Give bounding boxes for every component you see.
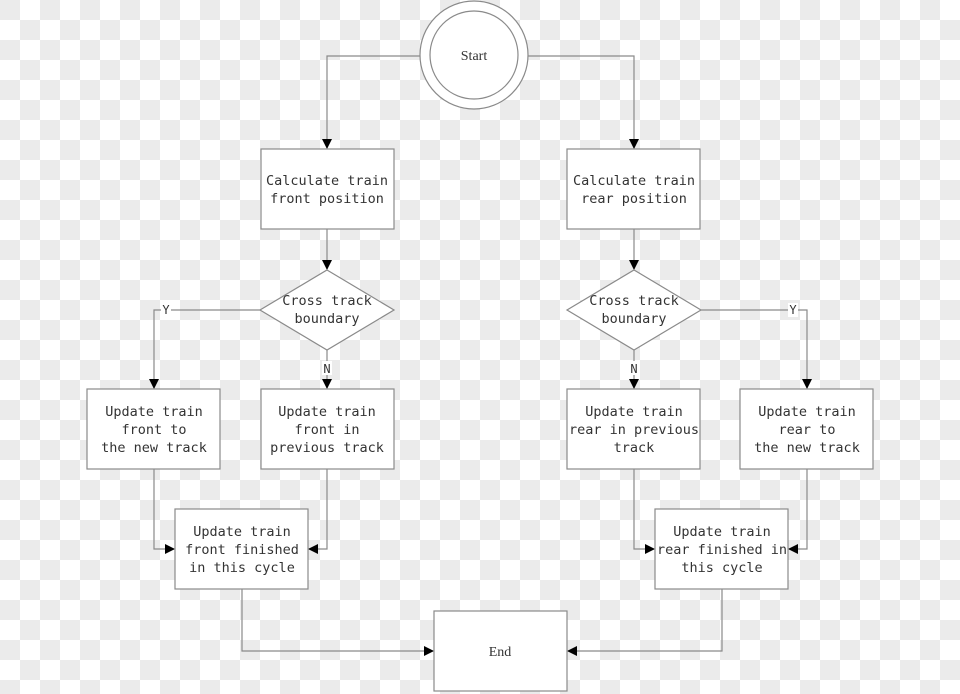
- svg-text:rear finished in: rear finished in: [657, 542, 787, 558]
- edge-front-prev-to-done: [308, 469, 328, 554]
- calculate-rear-node[interactable]: Calculate train rear position: [566, 148, 701, 230]
- cross-boundary-rear-decision[interactable]: Cross track boundary: [565, 269, 703, 351]
- edge-rear-prev-to-done: [633, 469, 655, 554]
- edge-cross-rear-yes: [701, 309, 812, 389]
- update-rear-previous-track-node[interactable]: Update train rear in previous track: [566, 388, 701, 470]
- svg-text:this cycle: this cycle: [681, 560, 762, 576]
- edge-front-new-to-done: [153, 469, 175, 554]
- svg-text:rear to: rear to: [779, 422, 836, 438]
- svg-text:in this cycle: in this cycle: [189, 560, 295, 576]
- svg-text:Calculate train: Calculate train: [573, 173, 695, 189]
- edge-rear-new-to-done: [788, 469, 808, 554]
- flowchart: Y N N Y Start Calculate train front posi…: [86, 0, 874, 692]
- svg-text:Update train: Update train: [105, 404, 203, 420]
- edge-label-front-no: N: [322, 361, 332, 376]
- edge-start-to-calc-front: [322, 55, 420, 149]
- svg-text:the new track: the new track: [754, 440, 860, 456]
- svg-text:Calculate train: Calculate train: [266, 173, 388, 189]
- svg-text:Update train: Update train: [758, 404, 856, 420]
- edge-front-done-to-end: [241, 589, 434, 656]
- front-finished-node[interactable]: Update train front finished in this cycl…: [174, 508, 309, 590]
- edge-label-front-yes: Y: [161, 303, 171, 317]
- end-node[interactable]: End: [433, 610, 568, 692]
- start-node[interactable]: Start: [419, 0, 529, 110]
- svg-text:Y: Y: [162, 303, 170, 317]
- svg-text:Update train: Update train: [193, 524, 291, 540]
- svg-text:boundary: boundary: [294, 311, 359, 327]
- edge-rear-done-to-end: [567, 589, 723, 656]
- svg-text:front finished: front finished: [185, 542, 299, 558]
- calculate-front-node[interactable]: Calculate train front position: [260, 148, 395, 230]
- svg-text:rear in previous: rear in previous: [569, 422, 699, 438]
- update-front-new-track-node[interactable]: Update train front to the new track: [86, 388, 221, 470]
- svg-text:Update train: Update train: [278, 404, 376, 420]
- svg-text:Y: Y: [789, 303, 797, 317]
- edge-start-to-calc-rear: [528, 55, 639, 149]
- edge-label-rear-no: N: [629, 361, 639, 376]
- cross-boundary-front-decision[interactable]: Cross track boundary: [258, 269, 396, 351]
- update-front-previous-track-node[interactable]: Update train front in previous track: [260, 388, 395, 470]
- svg-text:previous track: previous track: [270, 440, 384, 456]
- svg-text:Cross track: Cross track: [282, 293, 371, 309]
- svg-text:front position: front position: [270, 191, 384, 207]
- svg-text:N: N: [323, 362, 330, 376]
- svg-text:front to: front to: [121, 422, 186, 438]
- edge-label-rear-yes: Y: [788, 303, 798, 317]
- svg-text:the new track: the new track: [101, 440, 207, 456]
- svg-text:Cross track: Cross track: [589, 293, 678, 309]
- svg-text:Update train: Update train: [673, 524, 771, 540]
- svg-text:track: track: [614, 440, 655, 456]
- rear-finished-node[interactable]: Update train rear finished in this cycle: [654, 508, 789, 590]
- svg-text:End: End: [489, 645, 512, 660]
- svg-text:rear position: rear position: [581, 191, 687, 207]
- svg-text:N: N: [630, 362, 637, 376]
- svg-text:Update train: Update train: [585, 404, 683, 420]
- update-rear-new-track-node[interactable]: Update train rear to the new track: [739, 388, 874, 470]
- svg-text:boundary: boundary: [601, 311, 666, 327]
- svg-text:Start: Start: [461, 49, 488, 64]
- edge-cross-front-yes: [149, 309, 260, 389]
- svg-text:front in: front in: [294, 422, 359, 438]
